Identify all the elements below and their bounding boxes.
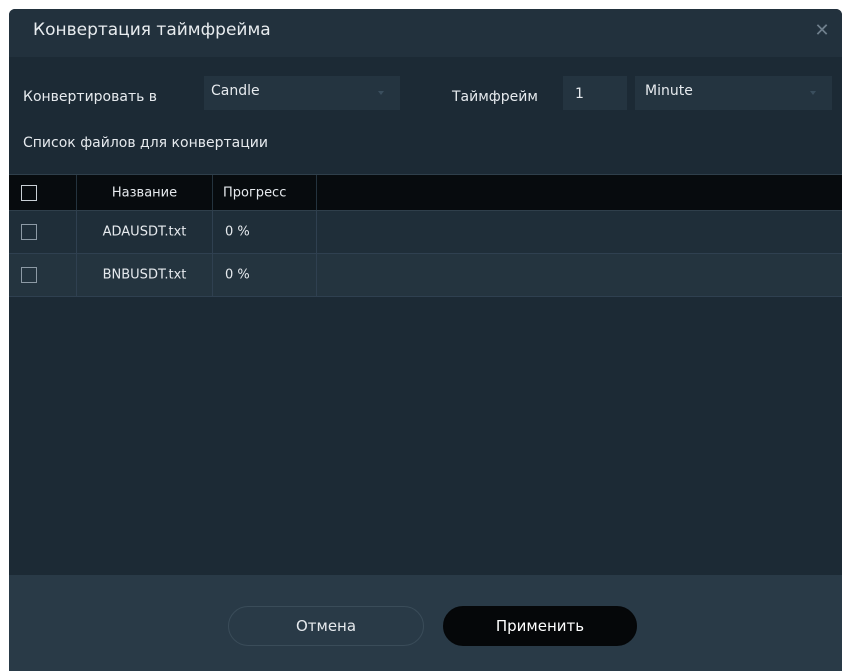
- timeframe-unit-select[interactable]: Minute: [635, 76, 832, 110]
- file-name: BNBUSDT.txt: [102, 267, 187, 283]
- table-header: Название Прогресс: [9, 174, 842, 211]
- table-row[interactable]: BNBUSDT.txt 0 %: [9, 254, 842, 297]
- chevron-down-icon: [378, 91, 384, 95]
- progress-cell: 0 %: [213, 211, 317, 253]
- apply-button[interactable]: Применить: [443, 606, 637, 646]
- file-name-cell: BNBUSDT.txt: [77, 254, 213, 296]
- row-checkbox[interactable]: [21, 224, 37, 240]
- header-select-cell: [9, 175, 77, 210]
- column-header-name-label: Название: [111, 185, 178, 200]
- column-header-progress-label: Прогресс: [223, 185, 287, 200]
- column-header-filler: [317, 175, 842, 210]
- file-progress: 0 %: [225, 267, 250, 283]
- files-list-label: Список файлов для конвертации: [23, 135, 268, 151]
- dialog-footer: Отмена Применить: [9, 575, 842, 671]
- timeframe-label: Таймфрейм: [452, 89, 538, 105]
- filler-cell: [317, 211, 842, 253]
- convert-to-value: Candle: [211, 83, 260, 99]
- chevron-down-icon: [810, 91, 816, 95]
- timeframe-value: 1: [575, 86, 584, 102]
- cancel-button[interactable]: Отмена: [228, 606, 424, 646]
- row-select-cell: [9, 211, 77, 253]
- dialog-titlebar: Конвертация таймфрейма ✕: [9, 9, 842, 57]
- file-progress: 0 %: [225, 224, 250, 240]
- timeframe-input[interactable]: 1: [563, 76, 627, 110]
- column-header-name[interactable]: Название: [77, 175, 213, 210]
- timeframe-unit-value: Minute: [645, 83, 693, 99]
- progress-cell: 0 %: [213, 254, 317, 296]
- file-name-cell: ADAUSDT.txt: [77, 211, 213, 253]
- row-select-cell: [9, 254, 77, 296]
- table-row[interactable]: ADAUSDT.txt 0 %: [9, 211, 842, 254]
- convert-to-select[interactable]: Candle: [204, 76, 400, 110]
- column-header-progress[interactable]: Прогресс: [213, 175, 317, 210]
- close-icon[interactable]: ✕: [810, 19, 834, 43]
- row-checkbox[interactable]: [21, 267, 37, 283]
- timeframe-conversion-dialog: Конвертация таймфрейма ✕ Конвертировать …: [9, 9, 842, 671]
- convert-to-label: Конвертировать в: [23, 89, 158, 105]
- filler-cell: [317, 254, 842, 296]
- select-all-checkbox[interactable]: [21, 184, 37, 201]
- dialog-title: Конвертация таймфрейма: [33, 20, 271, 40]
- file-name: ADAUSDT.txt: [102, 224, 187, 240]
